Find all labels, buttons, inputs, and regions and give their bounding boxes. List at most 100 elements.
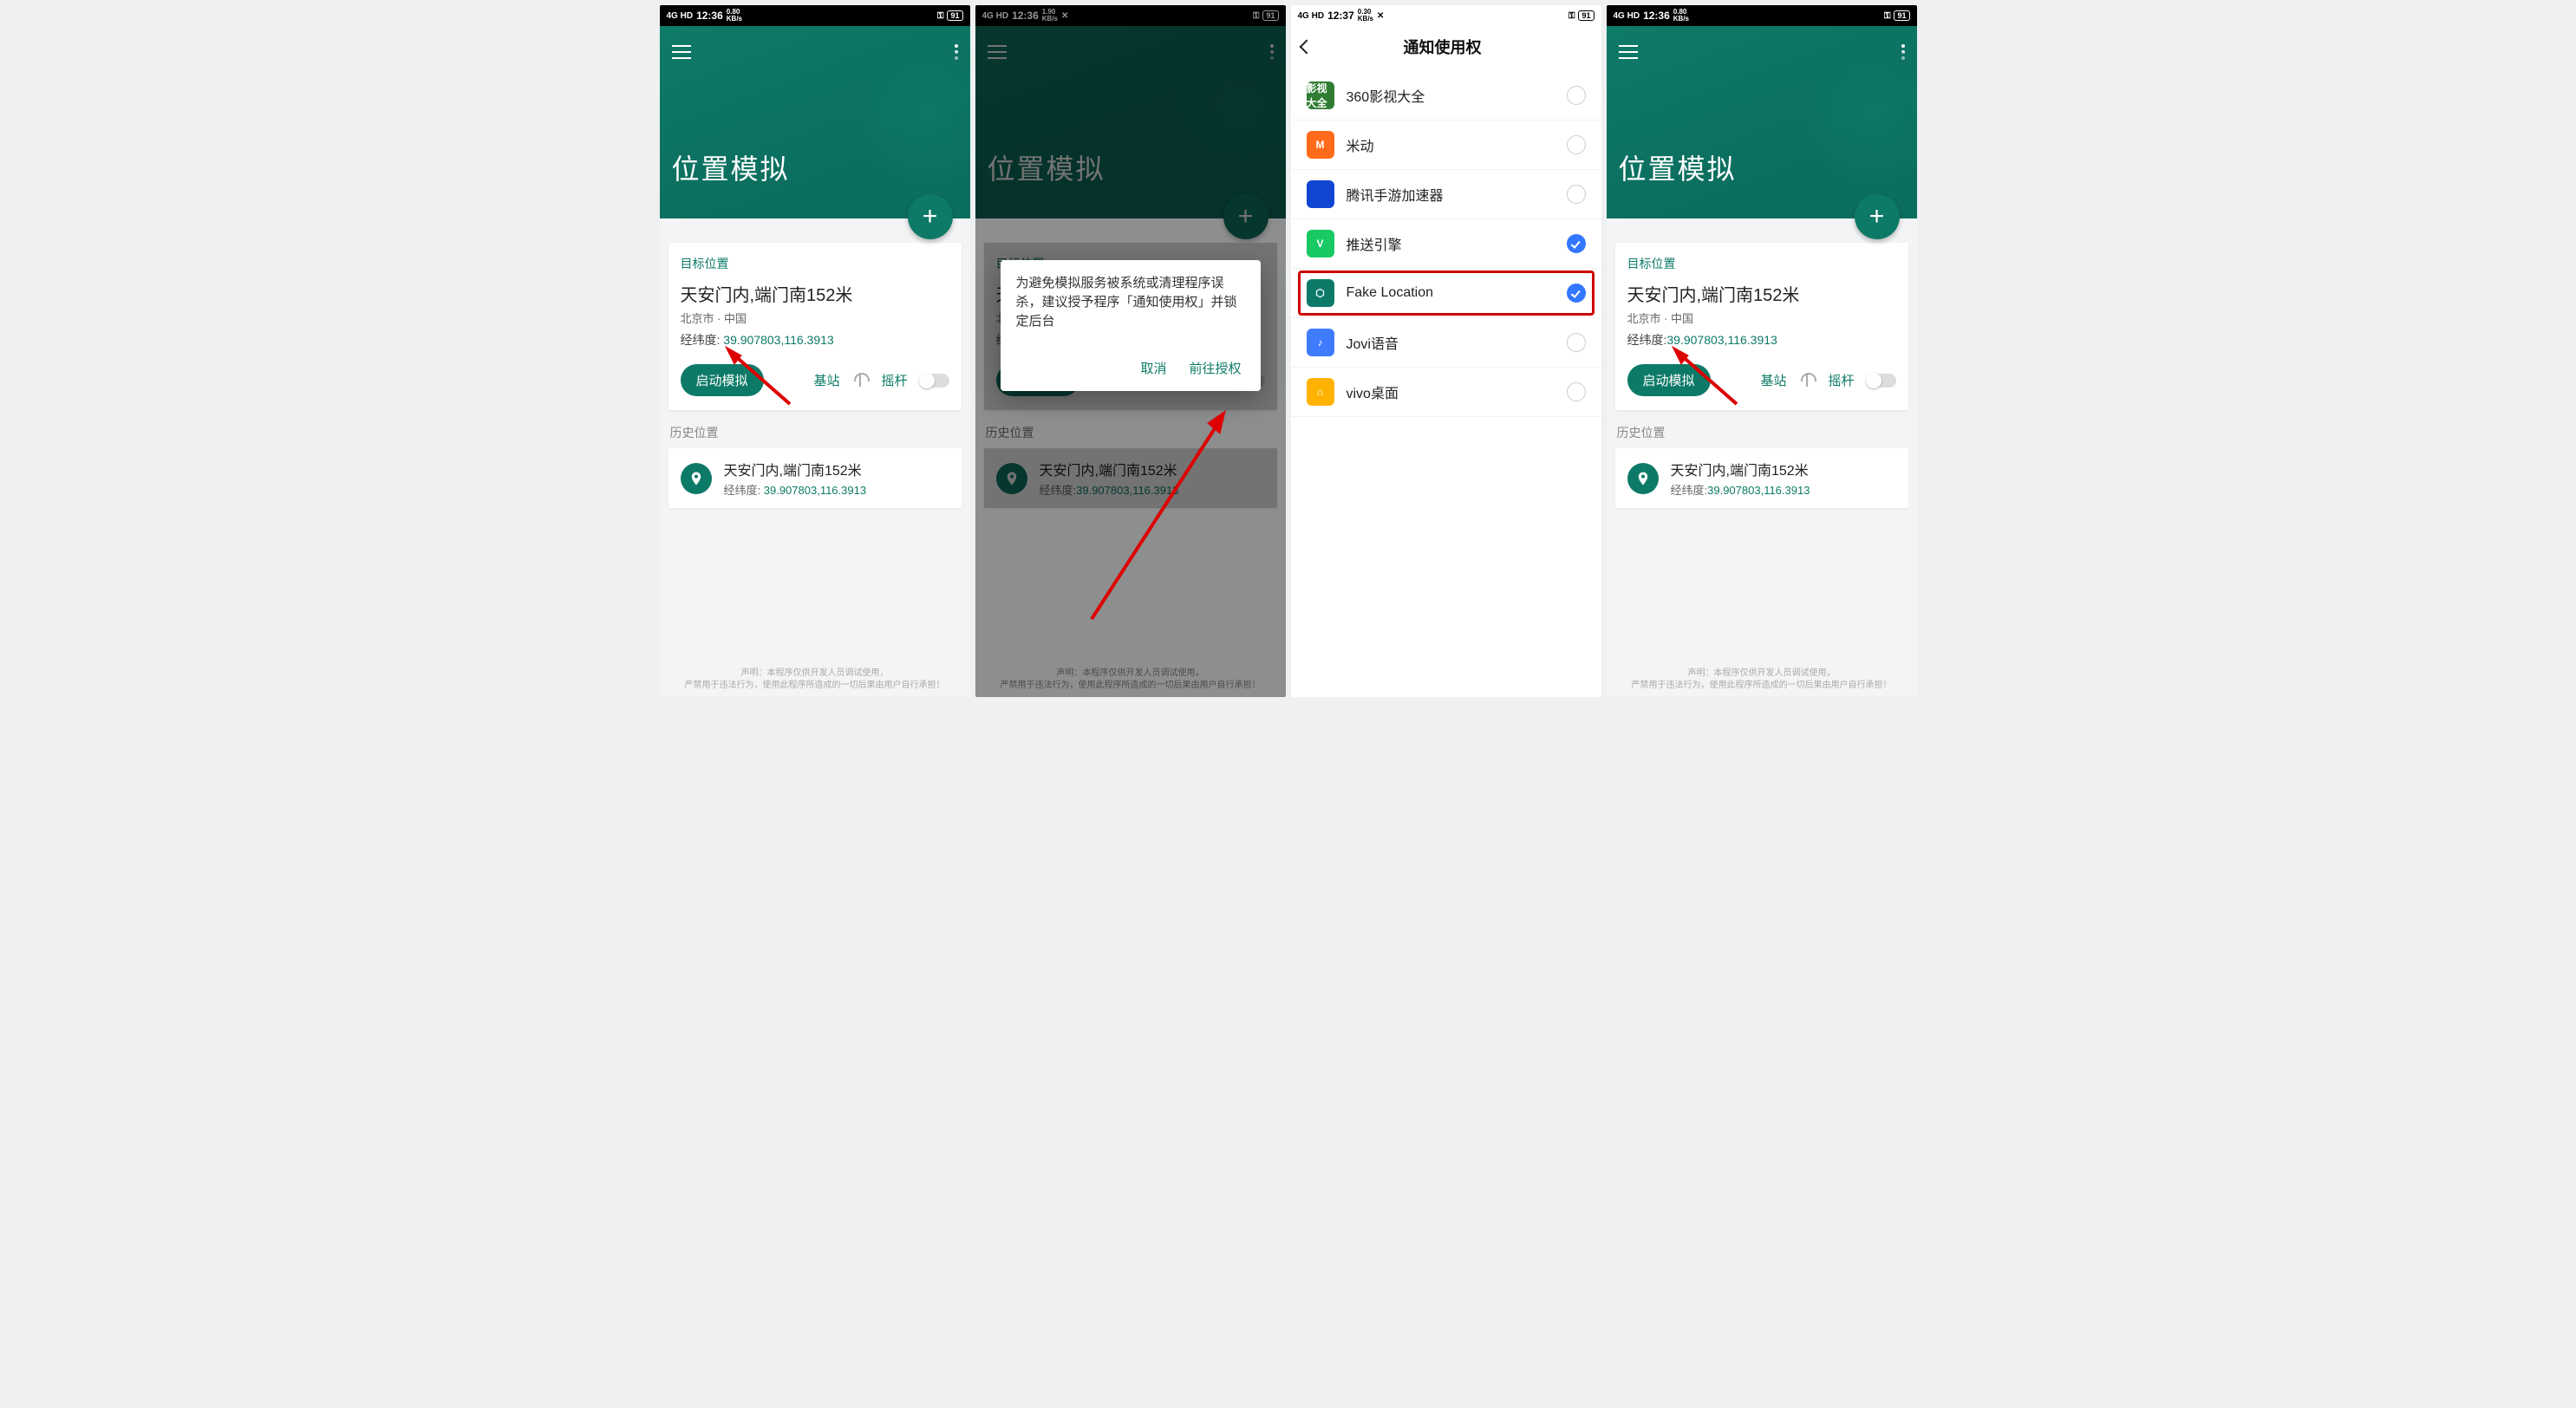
history-title: 天安门内,端门南152米: [1671, 459, 1810, 479]
app-name: Jovi语音: [1347, 332, 1555, 353]
page-title: 位置模拟: [1619, 147, 1905, 187]
history-title: 天安门内,端门南152米: [724, 459, 867, 479]
pin-icon: [1627, 463, 1659, 494]
dialog-message: 为避免模拟服务被系统或清理程序误杀，建议授予程序「通知使用权」并锁定后台: [1016, 274, 1245, 331]
menu-icon[interactable]: [672, 45, 691, 59]
main-content: 目标位置 天安门内,端门南152米 北京市 · 中国 经纬度:39.907803…: [1607, 218, 1917, 697]
signal-label: 4G HD: [1298, 11, 1325, 21]
statusbar: 4G HD 12:36 0.80 KB/s ⚿ 91: [1607, 5, 1917, 26]
dialog-scrim: 为避免模拟服务被系统或清理程序误杀，建议授予程序「通知使用权」并锁定后台 取消 …: [975, 5, 1286, 697]
overflow-menu-icon[interactable]: [1901, 44, 1905, 60]
clock: 12:36: [696, 10, 723, 22]
permission-toggle[interactable]: [1567, 86, 1586, 105]
location-sub: 北京市 · 中国: [1627, 310, 1896, 326]
app-name: 推送引擎: [1347, 233, 1555, 254]
signal-label: 4G HD: [1614, 11, 1640, 21]
app-icon: ♪: [1307, 329, 1334, 356]
footer-disclaimer: 声明：本程序仅供开发人员调试使用，严禁用于违法行为，使用此程序所造成的一切后果由…: [1607, 668, 1917, 692]
settings-list: 影视大全 360影视大全 M米动腾讯手游加速器 V 推送引擎 ⬡Fake Location…: [1291, 68, 1601, 417]
location-coord: 经纬度: 39.907803,116.3913: [681, 331, 949, 349]
net-speed: 0.80 KB/s: [1673, 9, 1689, 23]
history-label: 历史位置: [1617, 424, 1907, 441]
clock: 12:37: [1327, 10, 1354, 22]
wifi-icon: ⚿: [1568, 11, 1575, 21]
pin-icon: [681, 463, 712, 494]
settings-row[interactable]: ⬡Fake Location: [1291, 269, 1601, 318]
history-coord: 经纬度: 39.907803,116.3913: [724, 481, 867, 498]
permission-toggle[interactable]: [1567, 185, 1586, 204]
permission-toggle[interactable]: [1567, 333, 1586, 352]
settings-title: 通知使用权: [1312, 36, 1574, 58]
statusbar: 4G HD 12:37 0.30 KB/s ✕ ⚿ 91: [1291, 5, 1601, 26]
history-label: 历史位置: [670, 424, 960, 441]
app-icon: ⌂: [1307, 378, 1334, 406]
clock: 12:36: [1643, 10, 1670, 22]
app-icon: 影视大全: [1307, 81, 1334, 109]
settings-row[interactable]: M米动: [1291, 121, 1601, 170]
settings-row[interactable]: 腾讯手游加速器: [1291, 170, 1601, 219]
settings-appbar: 通知使用权: [1291, 26, 1601, 68]
wifi-icon: ⚿: [1884, 11, 1891, 21]
base-station-label[interactable]: 基站: [1760, 371, 1786, 389]
page-title: 位置模拟: [672, 147, 958, 187]
signal-label: 4G HD: [667, 11, 694, 21]
location-sub: 北京市 · 中国: [681, 310, 949, 326]
dialog-go-button[interactable]: 前往授权: [1189, 359, 1241, 377]
battery-level: 91: [1578, 10, 1594, 21]
settings-row[interactable]: V 推送引擎: [1291, 219, 1601, 269]
add-fab[interactable]: +: [1855, 194, 1900, 239]
phone-main-repeat: 4G HD 12:36 0.80 KB/s ⚿ 91 位置模拟 + 目标位置 天…: [1607, 5, 1917, 697]
tools-icon: ✕: [1377, 11, 1384, 21]
location-coord: 经纬度:39.907803,116.3913: [1627, 331, 1896, 349]
permission-toggle[interactable]: [1567, 284, 1586, 303]
joystick-switch[interactable]: [1867, 374, 1896, 388]
joystick-label: 摇杆: [1828, 371, 1854, 389]
location-title: 天安门内,端门南152米: [1627, 281, 1896, 306]
battery-level: 91: [1894, 10, 1909, 21]
app-icon: V: [1307, 230, 1334, 257]
history-item[interactable]: 天安门内,端门南152米 经纬度: 39.907803,116.3913: [668, 448, 962, 508]
app-name: 腾讯手游加速器: [1347, 184, 1555, 205]
app-icon: ⬡: [1307, 279, 1334, 307]
settings-row[interactable]: ⌂ vivo桌面: [1291, 368, 1601, 417]
joystick-switch[interactable]: [920, 374, 949, 388]
settings-row[interactable]: 影视大全 360影视大全: [1291, 71, 1601, 121]
permission-toggle[interactable]: [1567, 135, 1586, 154]
target-card: 目标位置 天安门内,端门南152米 北京市 · 中国 经纬度: 39.90780…: [668, 243, 962, 410]
statusbar: 4G HD 12:36 0.80 KB/s ⚿ 91: [660, 5, 970, 26]
start-sim-button[interactable]: 启动模拟: [1627, 364, 1711, 396]
phone-settings: 4G HD 12:37 0.30 KB/s ✕ ⚿ 91 通知使用权 影视大全 3…: [1291, 5, 1601, 697]
target-card: 目标位置 天安门内,端门南152米 北京市 · 中国 经纬度:39.907803…: [1615, 243, 1908, 410]
location-title: 天安门内,端门南152米: [681, 281, 949, 306]
app-header: 位置模拟 +: [660, 26, 970, 218]
main-content: 目标位置 天安门内,端门南152米 北京市 · 中国 经纬度: 39.90780…: [660, 218, 970, 697]
add-fab[interactable]: +: [908, 194, 953, 239]
footer-disclaimer: 声明：本程序仅供开发人员调试使用，严禁用于违法行为，使用此程序所造成的一切后果由…: [660, 668, 970, 692]
app-header: 位置模拟 +: [1607, 26, 1917, 218]
app-icon: M: [1307, 131, 1334, 159]
app-icon: [1307, 180, 1334, 208]
wifi-icon: ⚿: [937, 11, 944, 21]
dialog-cancel-button[interactable]: 取消: [1140, 359, 1166, 377]
app-name: 360影视大全: [1347, 85, 1555, 106]
base-station-label[interactable]: 基站: [813, 371, 839, 389]
phone-dialog: 4G HD 12:36 1.90 KB/s ✕ ⚿ 91 位置模拟 + 目标位置…: [975, 5, 1286, 697]
permission-toggle[interactable]: [1567, 234, 1586, 253]
phone-main: 4G HD 12:36 0.80 KB/s ⚿ 91 位置模拟 + 目标位置 天…: [660, 5, 970, 697]
permission-toggle[interactable]: [1567, 382, 1586, 401]
app-name: vivo桌面: [1347, 381, 1555, 402]
joystick-label: 摇杆: [881, 371, 907, 389]
settings-row[interactable]: ♪ Jovi语音: [1291, 318, 1601, 368]
antenna-icon: [851, 373, 869, 388]
permission-dialog: 为避免模拟服务被系统或清理程序误杀，建议授予程序「通知使用权」并锁定后台 取消 …: [1001, 260, 1261, 391]
history-item[interactable]: 天安门内,端门南152米 经纬度:39.907803,116.3913: [1615, 448, 1908, 508]
net-speed: 0.80 KB/s: [727, 9, 742, 23]
start-sim-button[interactable]: 启动模拟: [681, 364, 764, 396]
menu-icon[interactable]: [1619, 45, 1638, 59]
antenna-icon: [1798, 373, 1816, 388]
net-speed: 0.30 KB/s: [1358, 9, 1373, 23]
battery-level: 91: [947, 10, 962, 21]
target-label: 目标位置: [1627, 255, 1896, 272]
history-coord: 经纬度:39.907803,116.3913: [1671, 481, 1810, 498]
overflow-menu-icon[interactable]: [955, 44, 958, 60]
